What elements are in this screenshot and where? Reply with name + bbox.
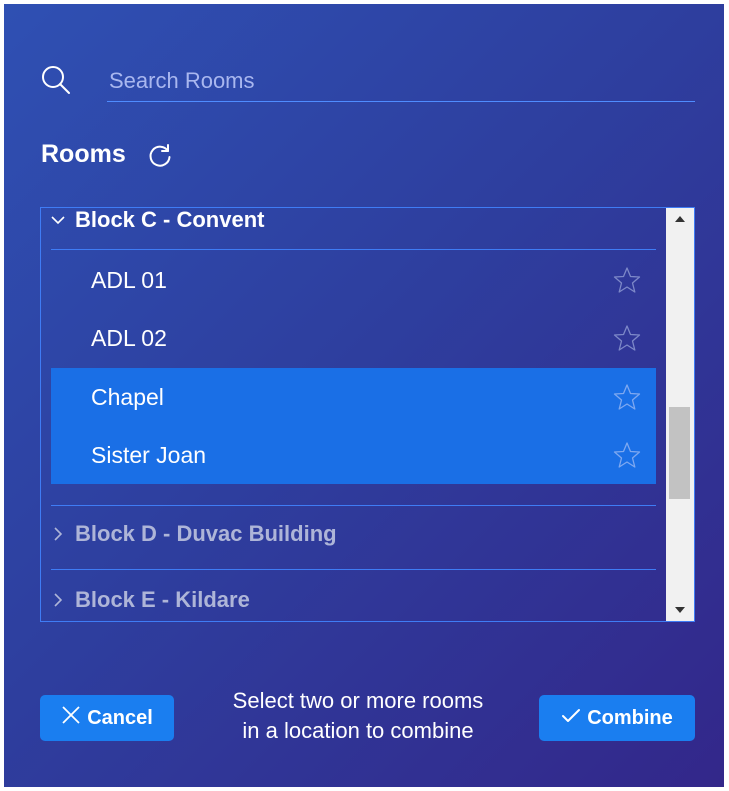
search-input[interactable] <box>107 60 695 102</box>
check-icon <box>561 707 581 730</box>
divider <box>51 505 656 506</box>
group-header-block-e[interactable]: Block E - Kildare <box>41 580 659 620</box>
divider <box>51 249 656 250</box>
group-label: Block D - Duvac Building <box>75 521 337 546</box>
room-list-content: Block C - Convent ADL 01 ADL 02 Chapel S… <box>41 208 659 621</box>
search-icon <box>38 62 74 98</box>
combine-hint: Select two or more rooms in a location t… <box>188 686 528 746</box>
group-header-block-c[interactable]: Block C - Convent <box>41 207 659 240</box>
scroll-thumb[interactable] <box>669 407 690 500</box>
hint-line: Select two or more rooms <box>232 688 484 713</box>
list-scrollbar[interactable] <box>666 208 694 621</box>
close-icon <box>61 705 81 731</box>
room-label: ADL 02 <box>91 324 167 351</box>
scroll-up-arrow-icon[interactable] <box>666 208 694 230</box>
hint-line: in a location to combine <box>242 718 474 743</box>
combine-button[interactable]: Combine <box>539 695 695 741</box>
chevron-right-icon <box>41 527 75 541</box>
room-row-sister-joan[interactable]: Sister Joan <box>51 426 656 484</box>
divider <box>51 569 656 570</box>
star-outline-icon[interactable] <box>613 383 641 411</box>
room-row-adl-01[interactable]: ADL 01 <box>51 251 656 309</box>
cancel-label: Cancel <box>87 706 153 729</box>
room-label: Chapel <box>91 383 164 410</box>
star-outline-icon[interactable] <box>613 324 641 352</box>
group-label: Block E - Kildare <box>75 587 250 612</box>
chevron-down-icon <box>41 215 75 225</box>
group-label: Block C - Convent <box>75 207 265 232</box>
room-row-adl-02[interactable]: ADL 02 <box>51 309 656 367</box>
combine-label: Combine <box>587 706 673 729</box>
star-outline-icon[interactable] <box>613 441 641 469</box>
chevron-right-icon <box>41 593 75 607</box>
combine-rooms-panel: Rooms Block C - Convent ADL 01 <box>4 4 724 787</box>
rooms-title: Rooms <box>41 140 126 168</box>
room-label: Sister Joan <box>91 441 207 468</box>
room-row-chapel[interactable]: Chapel <box>51 368 656 426</box>
refresh-icon[interactable] <box>146 142 174 170</box>
room-list[interactable]: Block C - Convent ADL 01 ADL 02 Chapel S… <box>40 207 695 622</box>
room-label: ADL 01 <box>91 266 167 293</box>
scroll-down-arrow-icon[interactable] <box>666 599 694 621</box>
group-header-block-d[interactable]: Block D - Duvac Building <box>41 514 659 554</box>
cancel-button[interactable]: Cancel <box>40 695 174 741</box>
star-outline-icon[interactable] <box>613 266 641 294</box>
